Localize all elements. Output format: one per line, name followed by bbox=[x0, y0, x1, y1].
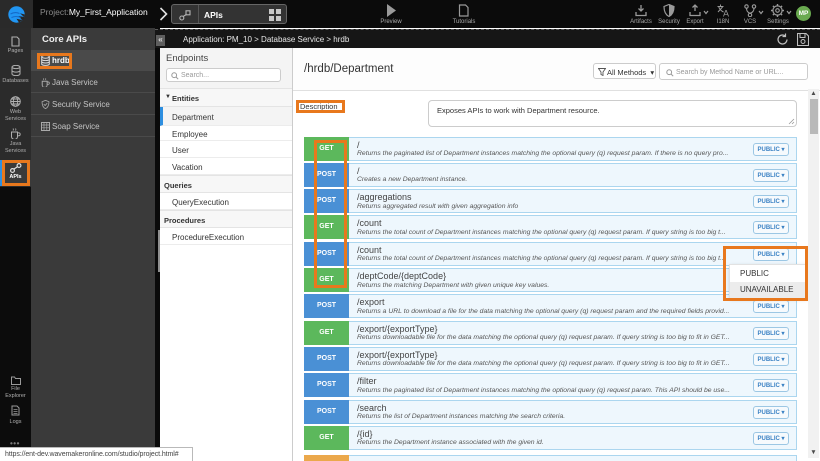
svg-text:A: A bbox=[723, 9, 729, 18]
